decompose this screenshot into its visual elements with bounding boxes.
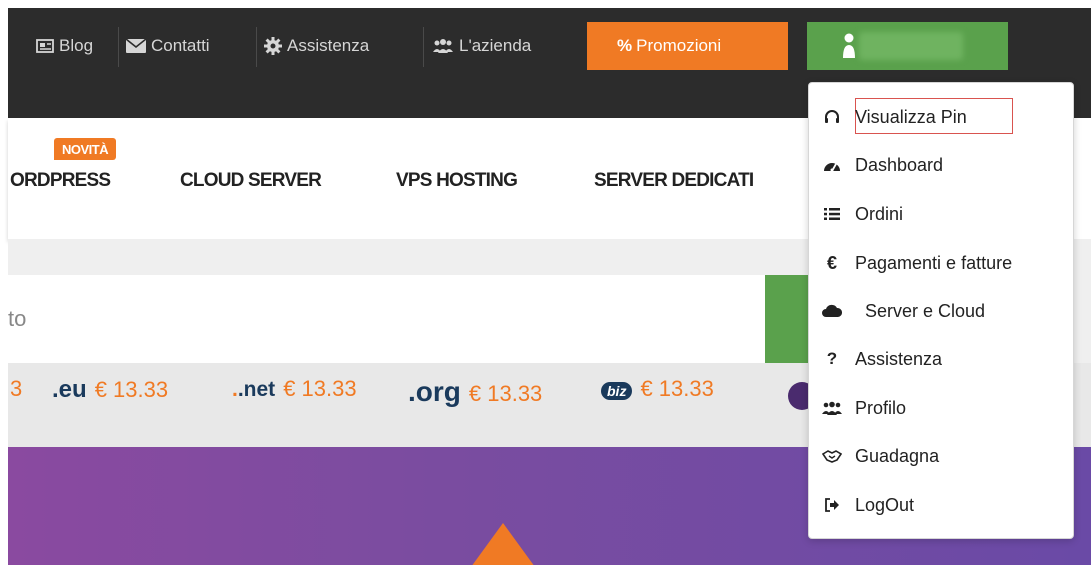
euro-icon: € bbox=[826, 252, 837, 273]
newspaper-icon bbox=[36, 38, 54, 54]
user-icon bbox=[843, 33, 855, 58]
menu-item-label: Assistenza bbox=[855, 348, 943, 369]
menu-item-label: Guadagna bbox=[855, 445, 940, 466]
contatti-link[interactable]: Contatti bbox=[126, 26, 210, 66]
dashboard-icon bbox=[822, 158, 842, 172]
assistenza-label: Assistenza bbox=[287, 36, 370, 55]
domain-price-item[interactable]: .org € 13.33 bbox=[408, 376, 542, 408]
contatti-label: Contatti bbox=[151, 36, 210, 55]
nav-cloud-server[interactable]: CLOUD SERVER bbox=[180, 170, 322, 192]
domain-tld: .net bbox=[237, 378, 276, 401]
envelope-icon bbox=[126, 39, 146, 53]
domain-search-input[interactable] bbox=[8, 275, 765, 363]
menu-item-label: Ordini bbox=[855, 203, 904, 224]
promozioni-button[interactable]: % Promozioni bbox=[587, 22, 788, 70]
domain-price-item[interactable]: . .net € 13.33 bbox=[232, 376, 357, 402]
promozioni-label: Promozioni bbox=[636, 36, 722, 55]
headset-icon bbox=[822, 109, 842, 125]
menu-item-label: Dashboard bbox=[855, 154, 944, 175]
question-icon: ? bbox=[826, 349, 838, 368]
divider bbox=[256, 27, 257, 67]
search-placeholder: to bbox=[8, 306, 27, 331]
logout-icon bbox=[822, 498, 842, 512]
new-badge: NOVITÀ bbox=[54, 138, 117, 160]
menu-item-dashboard[interactable]: Dashboard bbox=[822, 148, 943, 182]
domain-price: € 13.33 bbox=[283, 376, 357, 401]
handshake-icon bbox=[822, 449, 842, 463]
domain-price: € 13.33 bbox=[468, 381, 543, 406]
percent-icon: % bbox=[617, 36, 633, 55]
menu-item-logout[interactable]: LogOut bbox=[822, 488, 914, 522]
users-icon bbox=[432, 38, 454, 54]
gear-icon bbox=[264, 37, 282, 55]
user-name-redacted bbox=[859, 32, 963, 60]
nav-vps-hosting[interactable]: VPS HOSTING bbox=[396, 170, 518, 192]
domain-price-item[interactable]: biz € 13.33 bbox=[601, 376, 714, 402]
cloud-icon bbox=[822, 304, 842, 318]
domain-price: 3 bbox=[10, 376, 23, 401]
menu-item-pagamenti[interactable]: € Pagamenti e fatture bbox=[822, 246, 1012, 280]
assistenza-link[interactable]: Assistenza bbox=[264, 26, 369, 66]
domain-tld: .org bbox=[408, 376, 461, 407]
brand-logo-icon bbox=[471, 523, 535, 565]
domain-price: € 13.33 bbox=[640, 376, 714, 401]
domain-price-item: 3 bbox=[10, 376, 22, 402]
domain-tld: .eu bbox=[52, 376, 87, 403]
divider bbox=[118, 27, 119, 67]
nav-server-dedicati[interactable]: SERVER DEDICATI bbox=[594, 170, 754, 192]
nav-wordpress[interactable]: ORDPRESS bbox=[10, 170, 111, 192]
azienda-link[interactable]: L'azienda bbox=[432, 26, 531, 66]
blog-label: Blog bbox=[59, 36, 94, 55]
menu-item-label: Visualizza Pin bbox=[855, 106, 967, 127]
menu-item-guadagna[interactable]: Guadagna bbox=[822, 439, 939, 473]
azienda-label: L'azienda bbox=[459, 36, 532, 55]
menu-item-server-cloud[interactable]: Server e Cloud bbox=[822, 294, 985, 328]
menu-item-assistenza[interactable]: ? Assistenza bbox=[822, 342, 942, 376]
menu-item-profilo[interactable]: Profilo bbox=[822, 391, 906, 425]
user-account-button[interactable] bbox=[807, 22, 1008, 70]
menu-item-label: Profilo bbox=[855, 397, 907, 418]
domain-price: € 13.33 bbox=[94, 377, 169, 402]
divider bbox=[423, 27, 424, 67]
menu-item-ordini[interactable]: Ordini bbox=[822, 197, 903, 231]
menu-item-label: Server e Cloud bbox=[865, 300, 986, 321]
list-icon bbox=[822, 207, 842, 221]
blog-link[interactable]: Blog bbox=[36, 26, 93, 66]
menu-item-label: LogOut bbox=[855, 494, 915, 515]
domain-price-item[interactable]: .eu € 13.33 bbox=[52, 376, 168, 404]
menu-item-label: Pagamenti e fatture bbox=[855, 252, 1013, 273]
users-icon bbox=[822, 401, 842, 415]
menu-item-visualizza-pin[interactable]: Visualizza Pin bbox=[822, 100, 967, 134]
biz-logo-icon: biz bbox=[601, 382, 633, 400]
